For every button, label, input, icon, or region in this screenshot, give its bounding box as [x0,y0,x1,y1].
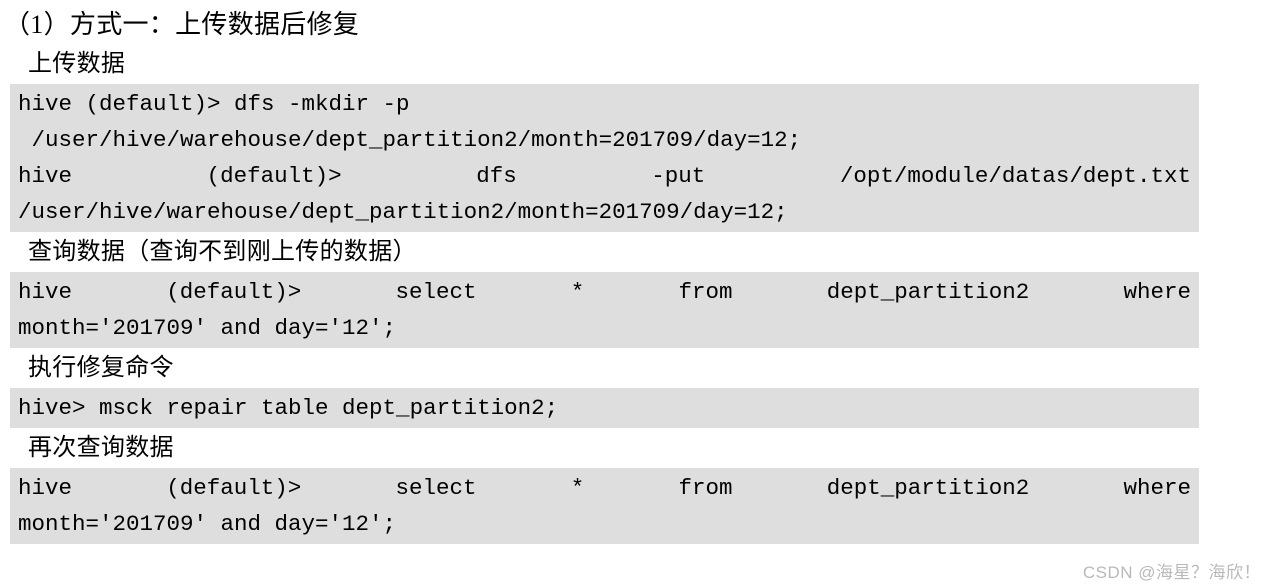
code-token: from [678,279,733,305]
code-token: -put [651,163,706,189]
code-token: * [570,279,585,305]
code-token: where [1123,475,1191,501]
code-block: hive (default)> select * from dept_partition2… [10,468,1199,544]
section-heading: 查询数据（查询不到刚上传的数据） [28,239,417,265]
section-heading: 再次查询数据 [28,435,174,461]
code-token: select [395,279,477,305]
code-line: hive (default)> dfs -put/opt/module/datas/d… [10,158,1199,194]
code-token: dept_partition2 [826,475,1030,501]
code-block: hive (default)> select * from dept_partition2… [10,272,1199,348]
code-line: hive> msck repair table dept_partition2; [18,395,559,421]
document-section: 上传数据 hive (default)> dfs -mkdir -p /user/… [0,44,1269,232]
code-token: from [678,475,733,501]
sections-container: 上传数据 hive (default)> dfs -mkdir -p /user/… [0,44,1269,544]
code-line: hive (default)> dfs -mkdir -p [18,91,410,117]
code-token: hive [18,279,73,305]
code-token: hive [18,475,73,501]
code-block: hive> msck repair table dept_partition2; [10,388,1199,428]
section-heading: 执行修复命令 [28,355,174,381]
code-token: select [395,475,477,501]
code-token: hive [18,163,73,189]
code-token: * [570,475,585,501]
code-token: dept_partition2 [826,279,1030,305]
section-heading: 上传数据 [28,51,126,77]
code-token: (default)> [166,475,302,501]
code-token: dfs [476,163,517,189]
code-line: hive (default)> select * from dept_partition2… [10,470,1199,506]
code-line: month='201709' and day='12'; [18,511,397,537]
code-line: month='201709' and day='12'; [18,315,397,341]
code-line: /user/hive/warehouse/dept_partition2/mon… [18,199,788,225]
document-section: 再次查询数据 hive (default)> select * from dept_part… [0,428,1269,544]
code-token: /opt/module/datas/dept.txt [839,163,1191,189]
document-section: 执行修复命令 hive> msck repair table dept_parti… [0,348,1269,428]
code-block: hive (default)> dfs -mkdir -p /user/hive… [10,84,1199,232]
document-section: 查询数据（查询不到刚上传的数据） hive (default)> select * fro… [0,232,1269,348]
page-title: （1）方式一：上传数据后修复 [4,10,360,39]
code-token: (default)> [166,279,302,305]
document-page: （1）方式一：上传数据后修复 上传数据 hive (default)> dfs -… [0,0,1269,588]
code-line: hive (default)> select * from dept_partition2… [10,274,1199,310]
csdn-watermark: CSDN @海星？海欣！ [1082,563,1261,582]
code-token: (default)> [206,163,342,189]
code-token: where [1123,279,1191,305]
code-line: /user/hive/warehouse/dept_partition2/mon… [18,127,802,153]
